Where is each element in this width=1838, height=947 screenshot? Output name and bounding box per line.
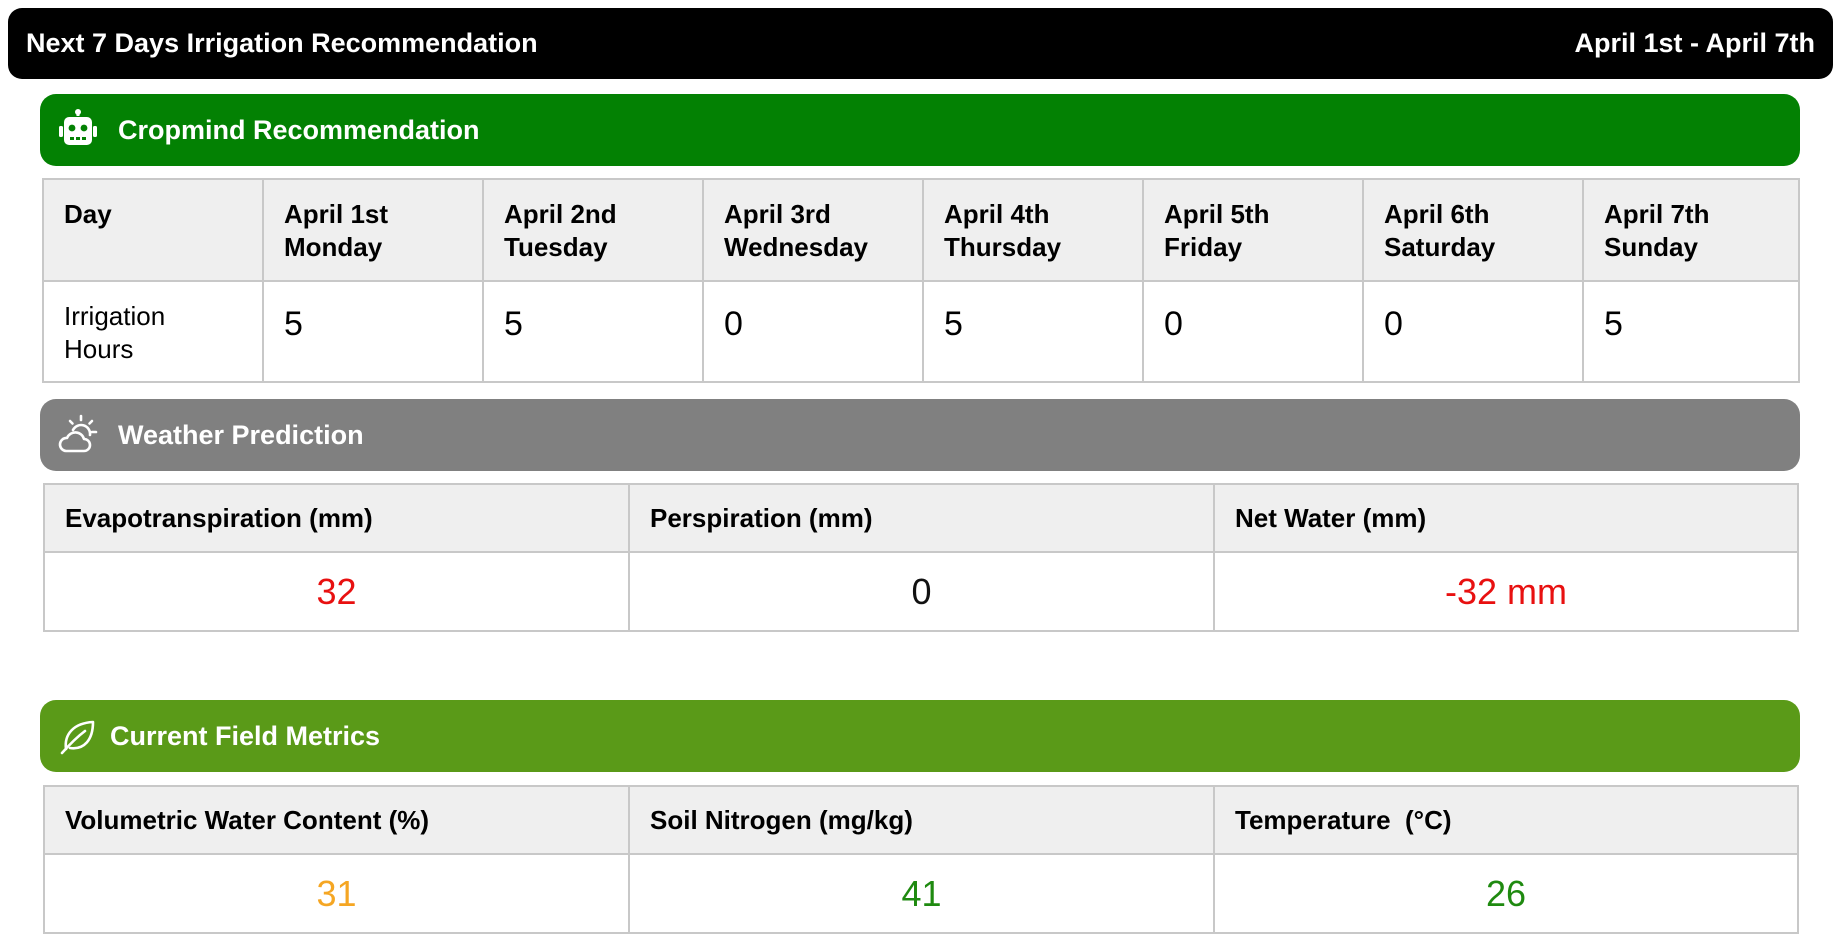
partly-cloudy-icon [56,413,100,457]
perspiration-value: 0 [628,551,1215,632]
irrigation-hours-label: Irrigation Hours [42,280,264,383]
day-header-1: April 1st Monday [262,178,484,282]
table-header-row: Day April 1st Monday April 2nd Tuesday Apr… [42,178,1800,282]
day-header-4: April 4th Thursday [922,178,1144,282]
recommendation-section-title: Cropmind Recommendation [118,114,480,145]
table-row: 31 41 26 [43,853,1799,934]
soil-nitrogen-header: Soil Nitrogen (mg/kg) [628,785,1215,855]
irrigation-table: Day April 1st Monday April 2nd Tuesday Apr… [42,178,1800,383]
day-header-7: April 7th Sunday [1582,178,1800,282]
irrigation-hours-cell: 0 [1362,280,1584,383]
irrigation-hours-cell: 5 [482,280,704,383]
irrigation-hours-cell: 5 [262,280,484,383]
irrigation-hours-cell: 0 [702,280,924,383]
table-row: 32 0 -32 mm [43,551,1799,632]
header-bar: Next 7 Days Irrigation Recommendation Ap… [8,8,1833,79]
net-water-value: -32 mm [1213,551,1799,632]
water-content-value: 31 [43,853,630,934]
net-water-header: Net Water (mm) [1213,483,1799,553]
weather-section-header: Weather Prediction [40,399,1800,471]
day-column-header: Day [42,178,264,282]
perspiration-header: Perspiration (mm) [628,483,1215,553]
recommendation-section-header: Cropmind Recommendation [40,94,1800,166]
date-range: April 1st - April 7th [1574,28,1815,58]
temperature-header: Temperature (°C) [1213,785,1799,855]
soil-nitrogen-value: 41 [628,853,1215,934]
temperature-value: 26 [1213,853,1799,934]
irrigation-dashboard: Next 7 Days Irrigation Recommendation Ap… [0,0,1838,947]
field-metrics-section-title: Current Field Metrics [110,720,381,751]
table-header-row: Volumetric Water Content (%) Soil Nitrog… [43,785,1799,855]
field-metrics-section-header: Current Field Metrics [40,700,1800,772]
table-row: Irrigation Hours 5 5 0 5 0 0 5 [42,280,1800,383]
day-header-5: April 5th Friday [1142,178,1364,282]
evapotranspiration-value: 32 [43,551,630,632]
table-header-row: Evapotranspiration (mm) Perspiration (mm… [43,483,1799,553]
water-content-header: Volumetric Water Content (%) [43,785,630,855]
irrigation-hours-cell: 5 [922,280,1144,383]
evapotranspiration-header: Evapotranspiration (mm) [43,483,630,553]
field-metrics-table: Volumetric Water Content (%) Soil Nitrog… [43,785,1799,934]
page-title: Next 7 Days Irrigation Recommendation [26,28,538,58]
day-header-2: April 2nd Tuesday [482,178,704,282]
irrigation-hours-cell: 0 [1142,280,1364,383]
day-header-6: April 6th Saturday [1362,178,1584,282]
irrigation-hours-cell: 5 [1582,280,1800,383]
leaf-icon [56,714,100,758]
weather-table: Evapotranspiration (mm) Perspiration (mm… [43,483,1799,632]
robot-icon [56,108,100,152]
weather-section-title: Weather Prediction [118,419,364,450]
day-header-3: April 3rd Wednesday [702,178,924,282]
